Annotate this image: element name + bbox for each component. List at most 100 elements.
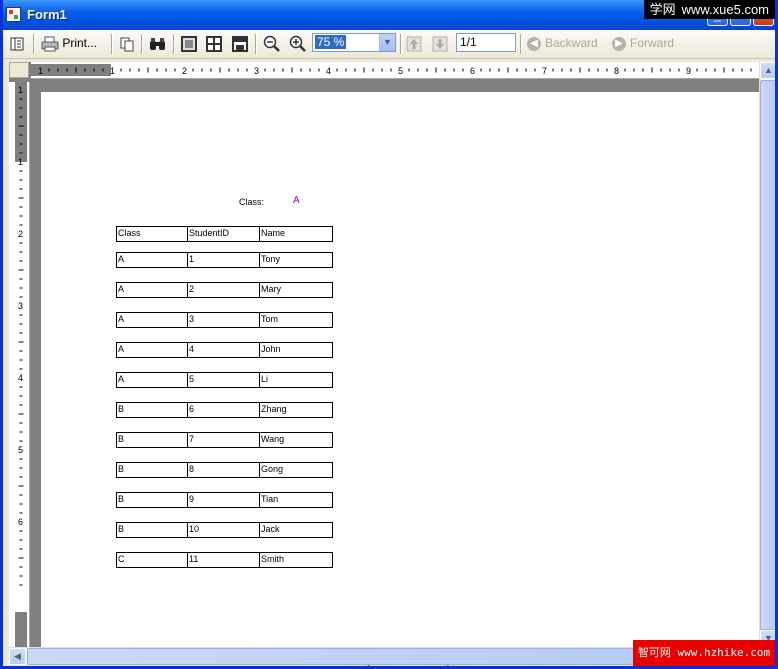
vertical-ruler: 1 1 2 3 4 5 6 — [9, 82, 30, 647]
cell-name: Jack — [260, 522, 333, 538]
report-page: Class: A Class StudentID Name A 1 Tony A 2 Ma… — [41, 92, 761, 666]
table-row: C 11 Smith — [116, 552, 333, 568]
ruler-number: 4 — [326, 66, 331, 76]
table-row: A 2 Mary — [116, 282, 333, 298]
cell-studentid: 5 — [188, 372, 260, 388]
cell-class: C — [116, 552, 188, 568]
backward-label: Backward — [545, 36, 598, 50]
cell-studentid: 9 — [188, 492, 260, 508]
app-icon[interactable] — [6, 7, 21, 22]
cell-class: A — [116, 312, 188, 328]
table-row: A 4 John — [116, 342, 333, 358]
ruler-number: 3 — [254, 66, 259, 76]
vertical-scroll-thumb[interactable] — [760, 80, 775, 630]
horizontal-scroll-thumb[interactable] — [27, 648, 637, 665]
ruler-number: 4 — [18, 373, 23, 383]
page-number-input[interactable]: 1/1 — [456, 33, 516, 52]
cell-name: Tom — [260, 312, 333, 328]
header-cell-class: Class — [116, 226, 188, 242]
zoom-out-button[interactable] — [263, 33, 281, 54]
ruler-number: 1 — [18, 157, 23, 167]
ruler-number: 5 — [18, 445, 23, 455]
main-window: Form1 _ □ ✕ 学网www.xue5.com Print... — [0, 0, 778, 669]
binoculars-icon — [150, 37, 165, 50]
table-row: A 1 Tony — [116, 252, 333, 268]
table-row: B 9 Tian — [116, 492, 333, 508]
document-map-button[interactable] — [9, 33, 25, 54]
horizontal-ruler-ticks: 1 1 2 3 4 5 6 7 8 9 — [31, 64, 752, 76]
forward-label: Forward — [630, 36, 675, 50]
ruler-number: 8 — [614, 66, 619, 76]
scroll-left-icon[interactable]: ◀ — [9, 648, 26, 665]
ruler-corner — [9, 62, 29, 78]
table-row: A 5 Li — [116, 372, 333, 388]
cell-studentid: 8 — [188, 462, 260, 478]
cell-name: Li — [260, 372, 333, 388]
table-row: B 7 Wang — [116, 432, 333, 448]
watermark-bottom: 智可网 www.hzhike.com — [633, 640, 775, 666]
cell-class: B — [116, 462, 188, 478]
copy-icon — [120, 37, 134, 52]
forward-arrow-icon: ▶ — [612, 36, 626, 51]
cell-name: Mary — [260, 282, 333, 298]
find-button[interactable] — [149, 33, 167, 54]
cell-studentid: 7 — [188, 432, 260, 448]
zoom-in-button[interactable] — [289, 33, 307, 54]
forward-button[interactable]: ▶ Forward — [612, 33, 674, 53]
cell-studentid: 6 — [188, 402, 260, 418]
watermark-top: 学网 www.xue5.com — [643, 0, 775, 19]
ruler-number: 6 — [470, 66, 475, 76]
group-label: Class: — [239, 197, 265, 207]
copy-button[interactable] — [119, 33, 135, 54]
cell-class: A — [116, 252, 188, 268]
header-cell-studentid: StudentID — [188, 226, 260, 242]
cell-studentid: 4 — [188, 342, 260, 358]
cell-studentid: 3 — [188, 312, 260, 328]
chevron-down-icon[interactable]: ▼ — [379, 34, 395, 51]
table-row: B 8 Gong — [116, 462, 333, 478]
cell-class: B — [116, 492, 188, 508]
zoom-in-icon — [289, 35, 306, 52]
arrow-down-icon — [432, 36, 448, 52]
print-button[interactable]: Print... — [41, 33, 97, 54]
ruler-number: 3 — [18, 301, 23, 311]
cell-class: B — [116, 432, 188, 448]
watermark-top-url: www.xue5.com — [681, 2, 769, 17]
cell-studentid: 11 — [188, 552, 260, 568]
multiple-pages-icon — [206, 35, 222, 52]
cell-name: Tony — [260, 252, 333, 268]
page-setup-button[interactable] — [232, 33, 248, 54]
cell-name: Tian — [260, 492, 333, 508]
backward-button[interactable]: ◀ Backward — [527, 33, 598, 53]
preview-area[interactable]: 1123456789 1123456 Class: A Class Studen… — [9, 62, 775, 666]
ruler-number: 5 — [398, 66, 403, 76]
ruler-number: 2 — [182, 66, 187, 76]
vertical-scrollbar[interactable]: ▲ ▼ — [759, 62, 775, 647]
multiple-pages-button[interactable] — [206, 33, 222, 54]
vertical-ruler-ticks: 1 1 2 3 4 5 6 — [15, 82, 27, 647]
cell-studentid: 2 — [188, 282, 260, 298]
zoom-value: 75 % — [315, 35, 347, 49]
cell-name: Wang — [260, 432, 333, 448]
table-row: B 10 Jack — [116, 522, 333, 538]
previous-page-button[interactable] — [406, 33, 422, 54]
single-page-button[interactable] — [181, 33, 197, 54]
zoom-select[interactable]: 75 % ▼ — [312, 33, 396, 52]
cell-class: B — [116, 522, 188, 538]
zoom-out-icon — [263, 35, 280, 52]
window-title: Form1 — [27, 7, 67, 22]
ruler-number: 7 — [542, 66, 547, 76]
horizontal-ruler: 1 1 2 3 4 5 6 7 8 9 — [31, 62, 761, 79]
document-map-icon — [10, 37, 24, 51]
print-label: Print... — [62, 36, 98, 50]
next-page-button[interactable] — [432, 33, 448, 54]
ruler-number: 9 — [686, 66, 691, 76]
cell-class: A — [116, 282, 188, 298]
ruler-number: 1 — [38, 66, 43, 76]
ruler-number: 1 — [110, 66, 115, 76]
arrow-up-icon — [406, 36, 422, 52]
watermark-top-label: 学网 — [649, 2, 676, 17]
table-row: B 6 Zhang — [116, 402, 333, 418]
scroll-up-icon[interactable]: ▲ — [760, 62, 775, 79]
cell-name: Smith — [260, 552, 333, 568]
